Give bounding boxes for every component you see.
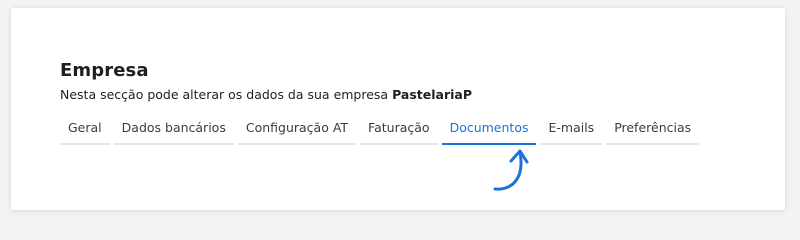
- page-title: Empresa: [60, 60, 149, 81]
- tab-geral[interactable]: Geral: [60, 118, 110, 145]
- tab-configuracao-at[interactable]: Configuração AT: [237, 118, 357, 145]
- tab-faturacao[interactable]: Faturação: [360, 118, 438, 145]
- tab-e-mails[interactable]: E-mails: [540, 118, 603, 145]
- curved-arrow-icon: [493, 149, 529, 191]
- tab-dados-bancarios[interactable]: Dados bancários: [113, 118, 234, 145]
- tab-preferencias[interactable]: Preferências: [606, 118, 700, 145]
- tab-documentos[interactable]: Documentos: [441, 118, 537, 145]
- subtitle-text: Nesta secção pode alterar os dados da su…: [60, 87, 393, 102]
- company-settings-card: Empresa Nesta secção pode alterar os dad…: [11, 8, 785, 210]
- settings-tabs: Geral Dados bancários Configuração AT Fa…: [60, 118, 700, 145]
- page-subtitle: Nesta secção pode alterar os dados da su…: [60, 87, 472, 102]
- company-name: PastelariaP: [392, 87, 472, 102]
